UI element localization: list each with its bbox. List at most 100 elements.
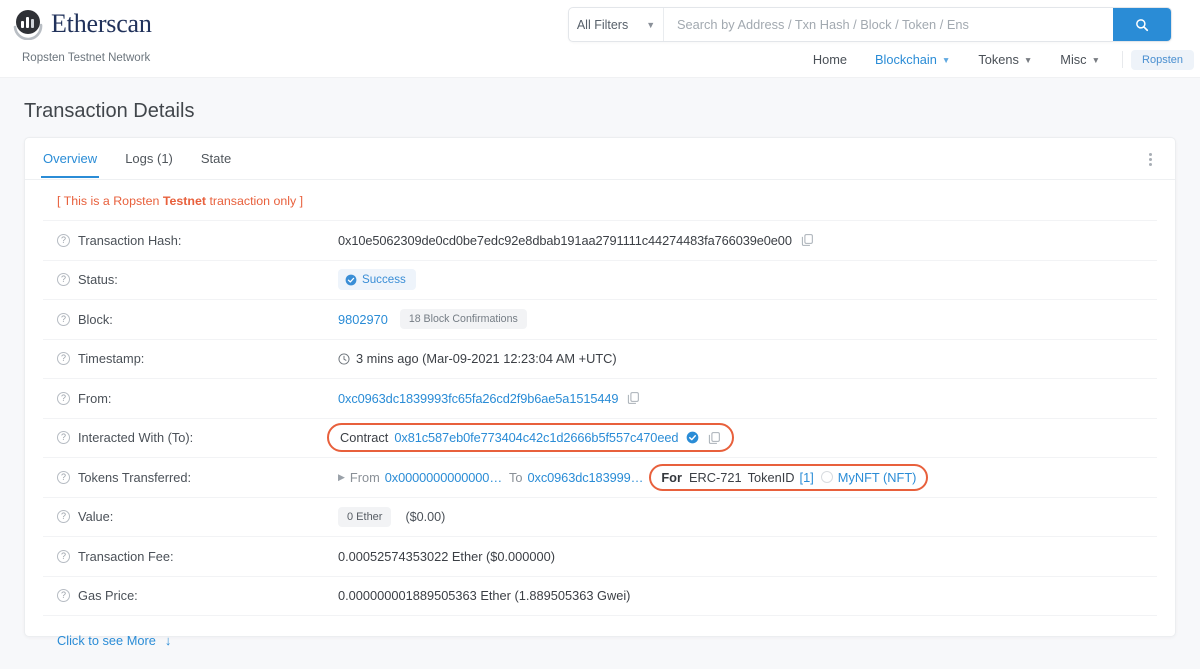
search-button[interactable] xyxy=(1113,8,1171,41)
row-value-block: 9802970 18 Block Confirmations xyxy=(338,309,1157,330)
token-to-word: To xyxy=(509,469,523,485)
tab-state-label: State xyxy=(200,151,232,166)
transaction-hash-value: 0x10e5062309de0cd0be7edc92e8dbab191aa279… xyxy=(338,232,792,248)
help-icon[interactable]: ? xyxy=(57,233,70,247)
row-interacted-with: ? Interacted With (To): Contract 0x81c58… xyxy=(43,417,1157,458)
label-text: Interacted With (To): xyxy=(78,430,194,446)
copy-icon[interactable] xyxy=(708,431,721,445)
copy-icon[interactable] xyxy=(801,233,814,247)
tab-overview-label: Overview xyxy=(43,151,98,166)
row-value-transaction-fee: 0.00052574353022 Ether ($0.000000) xyxy=(338,549,1157,564)
token-id-link[interactable]: [1] xyxy=(800,470,814,485)
row-label-transaction-fee: ? Transaction Fee: xyxy=(57,549,338,564)
contract-address-link[interactable]: 0x81c587eb0fe773404c42c1d2666b5f557c470e… xyxy=(394,430,678,445)
chevron-down-icon: ▼ xyxy=(646,19,656,30)
label-text: Value: xyxy=(78,509,114,525)
label-text: Transaction Fee: xyxy=(78,548,174,564)
label-text: From: xyxy=(78,390,112,406)
verified-contract-icon xyxy=(687,431,699,444)
nav-item-misc[interactable]: Misc ▼ xyxy=(1046,48,1114,71)
clock-icon xyxy=(338,353,350,365)
testnet-notice: [ This is a Ropsten Testnet transaction … xyxy=(43,180,1157,220)
block-number-link[interactable]: 9802970 xyxy=(338,312,388,327)
row-value-interacted-with: Contract 0x81c587eb0fe773404c42c1d2666b5… xyxy=(327,423,1157,453)
transaction-details-card: Overview Logs (1) State [ This is a Rops… xyxy=(24,137,1176,648)
row-value-value: 0 Ether ($0.00) xyxy=(338,506,1157,527)
search-bar: All Filters ▼ xyxy=(568,7,1172,42)
testnet-notice-prefix: [ This is a Ropsten xyxy=(57,194,163,208)
nav-label-home: Home xyxy=(812,52,847,67)
help-icon[interactable]: ? xyxy=(57,312,70,326)
all-filters-dropdown[interactable]: All Filters ▼ xyxy=(569,8,664,41)
tab-bar: Overview Logs (1) State xyxy=(25,138,1175,180)
token-for-word: For xyxy=(661,469,682,485)
search-icon xyxy=(1136,18,1149,31)
nav-item-home[interactable]: Home xyxy=(799,48,861,71)
more-options-icon[interactable] xyxy=(1141,149,1159,169)
value-amount-badge: 0 Ether xyxy=(338,506,392,527)
tab-logs-label: Logs (1) xyxy=(125,151,173,166)
row-label-from: ? From: xyxy=(57,391,338,406)
tab-logs[interactable]: Logs (1) xyxy=(125,140,173,177)
tab-overview[interactable]: Overview xyxy=(40,140,100,178)
row-value-status: Success xyxy=(338,269,1157,291)
network-switcher-badge[interactable]: Ropsten xyxy=(1131,49,1194,70)
nav-item-blockchain[interactable]: Blockchain ▼ xyxy=(861,48,964,71)
arrow-down-icon: ↓ xyxy=(164,633,172,648)
interacted-with-highlight-box: Contract 0x81c587eb0fe773404c42c1d2666b5… xyxy=(327,423,735,453)
tab-state[interactable]: State xyxy=(201,140,231,177)
status-badge: Success xyxy=(338,269,416,291)
token-logo-icon xyxy=(820,471,833,484)
row-tokens-transferred: ? Tokens Transferred: ▶ From 0x000000000… xyxy=(43,457,1157,497)
nav-label-tokens: Tokens xyxy=(978,52,1019,67)
chevron-down-icon: ▼ xyxy=(941,54,951,65)
row-from: ? From: 0xc0963dc1839993fc65fa26cd2f9b6a… xyxy=(43,378,1157,418)
block-confirmations-badge: 18 Block Confirmations xyxy=(399,309,527,330)
token-to-address-link[interactable]: 0xc0963dc183999… xyxy=(528,470,644,485)
help-icon[interactable]: ? xyxy=(57,431,70,445)
row-label-interacted-with: ? Interacted With (To): xyxy=(57,430,338,445)
brand-logo-link[interactable]: Etherscan xyxy=(12,8,152,40)
click-to-see-more[interactable]: Click to see More ↓ xyxy=(43,615,1157,648)
help-icon[interactable]: ? xyxy=(57,391,70,405)
click-to-see-more-link[interactable]: Click to see More xyxy=(57,633,156,648)
row-value-timestamp: 3 mins ago (Mar-09-2021 12:23:04 AM +UTC… xyxy=(338,351,1157,366)
transaction-fee-value: 0.00052574353022 Ether ($0.000000) xyxy=(338,548,556,564)
all-filters-label: All Filters xyxy=(576,17,629,32)
help-icon[interactable]: ? xyxy=(57,510,70,524)
row-label-block: ? Block: xyxy=(57,312,338,327)
from-address-link[interactable]: 0xc0963dc1839993fc65fa26cd2f9b6ae5a15154… xyxy=(338,391,619,406)
nav-divider xyxy=(1122,51,1124,68)
label-text: Transaction Hash: xyxy=(78,232,182,248)
expand-caret-icon[interactable]: ▶ xyxy=(338,472,345,483)
row-value-gas-price: 0.000000001889505363 Ether (1.889505363 … xyxy=(338,588,1157,603)
row-gas-price: ? Gas Price: 0.000000001889505363 Ether … xyxy=(43,575,1157,616)
row-label-transaction-hash: ? Transaction Hash: xyxy=(57,233,338,248)
row-label-value: ? Value: xyxy=(57,509,338,524)
row-transaction-fee: ? Transaction Fee: 0.00052574353022 Ethe… xyxy=(43,536,1157,576)
token-from-address-link[interactable]: 0x0000000000000… xyxy=(385,470,502,485)
gas-price-value: 0.000000001889505363 Ether (1.889505363 … xyxy=(338,588,631,604)
page-title: Transaction Details xyxy=(24,100,195,122)
row-status: ? Status: Success xyxy=(43,259,1157,300)
nav-item-tokens[interactable]: Tokens ▼ xyxy=(964,48,1046,71)
search-input[interactable] xyxy=(664,8,1113,41)
row-transaction-hash: ? Transaction Hash: 0x10e5062309de0cd0be… xyxy=(43,220,1157,260)
row-value-tokens-transferred: ▶ From 0x0000000000000… To 0xc0963dc1839… xyxy=(338,463,1157,491)
help-icon[interactable]: ? xyxy=(57,549,70,563)
label-text: Timestamp: xyxy=(78,351,145,367)
main-nav: Home Blockchain ▼ Tokens ▼ Misc ▼ Ropste… xyxy=(799,48,1194,71)
copy-icon[interactable] xyxy=(627,391,640,405)
help-icon[interactable]: ? xyxy=(57,470,70,484)
label-text: Tokens Transferred: xyxy=(78,469,192,485)
token-name-link[interactable]: MyNFT (NFT) xyxy=(838,470,917,485)
row-value-transaction-hash: 0x10e5062309de0cd0be7edc92e8dbab191aa279… xyxy=(338,233,1157,248)
help-icon[interactable]: ? xyxy=(57,589,70,603)
contract-word: Contract xyxy=(340,430,389,446)
site-header: Etherscan Ropsten Testnet Network All Fi… xyxy=(0,0,1200,78)
status-text: Success xyxy=(362,273,406,287)
help-icon[interactable]: ? xyxy=(57,352,70,366)
label-text: Status: xyxy=(78,272,118,288)
help-icon[interactable]: ? xyxy=(57,273,70,287)
brand-name: Etherscan xyxy=(51,9,152,38)
